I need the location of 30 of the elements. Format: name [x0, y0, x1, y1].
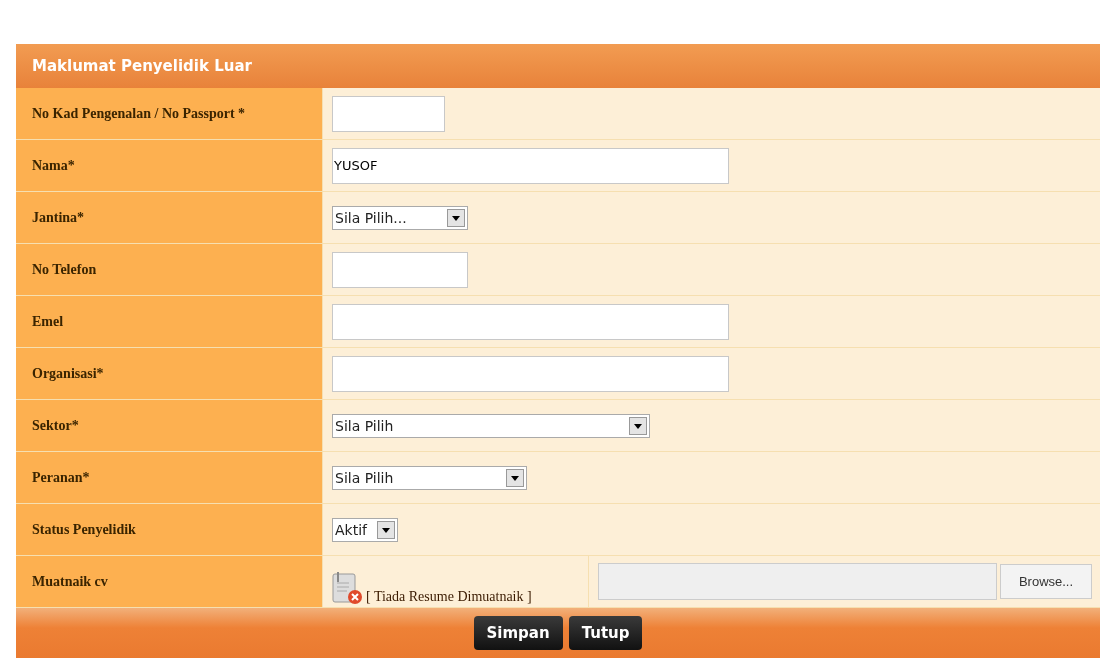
caret-icon — [377, 520, 395, 539]
field-label: Peranan* — [16, 452, 323, 503]
field-label: Sektor* — [16, 400, 323, 451]
dropdown[interactable]: Sila Pilih... — [332, 205, 468, 230]
action-button[interactable]: Tutup — [568, 616, 643, 650]
file-path-field[interactable] — [598, 563, 997, 600]
field-label: Muatnaik cv — [16, 556, 323, 607]
field-label: Status Penyelidik — [16, 504, 323, 555]
browse-button[interactable]: Browse... — [1000, 564, 1092, 599]
caret-icon — [629, 416, 647, 435]
field-label: Emel — [16, 296, 323, 347]
file-error-icon — [332, 571, 364, 605]
input-field[interactable]: YUSOF — [332, 147, 729, 184]
dropdown[interactable]: Aktif — [332, 517, 398, 542]
input-field[interactable] — [332, 303, 729, 340]
field-label: No Kad Pengenalan / No Passport * — [16, 88, 323, 139]
field-label: Nama* — [16, 140, 323, 191]
input-field[interactable] — [332, 251, 468, 288]
upload-status: [ Tiada Resume Dimuatnaik ] — [366, 589, 532, 605]
field-label: No Telefon — [16, 244, 323, 295]
caret-icon — [506, 468, 524, 487]
dropdown[interactable]: Sila Pilih — [332, 413, 650, 438]
panel-title: Maklumat Penyelidik Luar — [32, 57, 252, 75]
field-label: Organisasi* — [16, 348, 323, 399]
field-label: Jantina* — [16, 192, 323, 243]
caret-icon — [447, 208, 465, 227]
dropdown[interactable]: Sila Pilih — [332, 465, 527, 490]
input-field[interactable] — [332, 355, 729, 392]
input-field[interactable] — [332, 95, 445, 132]
action-button[interactable]: Simpan — [473, 616, 563, 650]
